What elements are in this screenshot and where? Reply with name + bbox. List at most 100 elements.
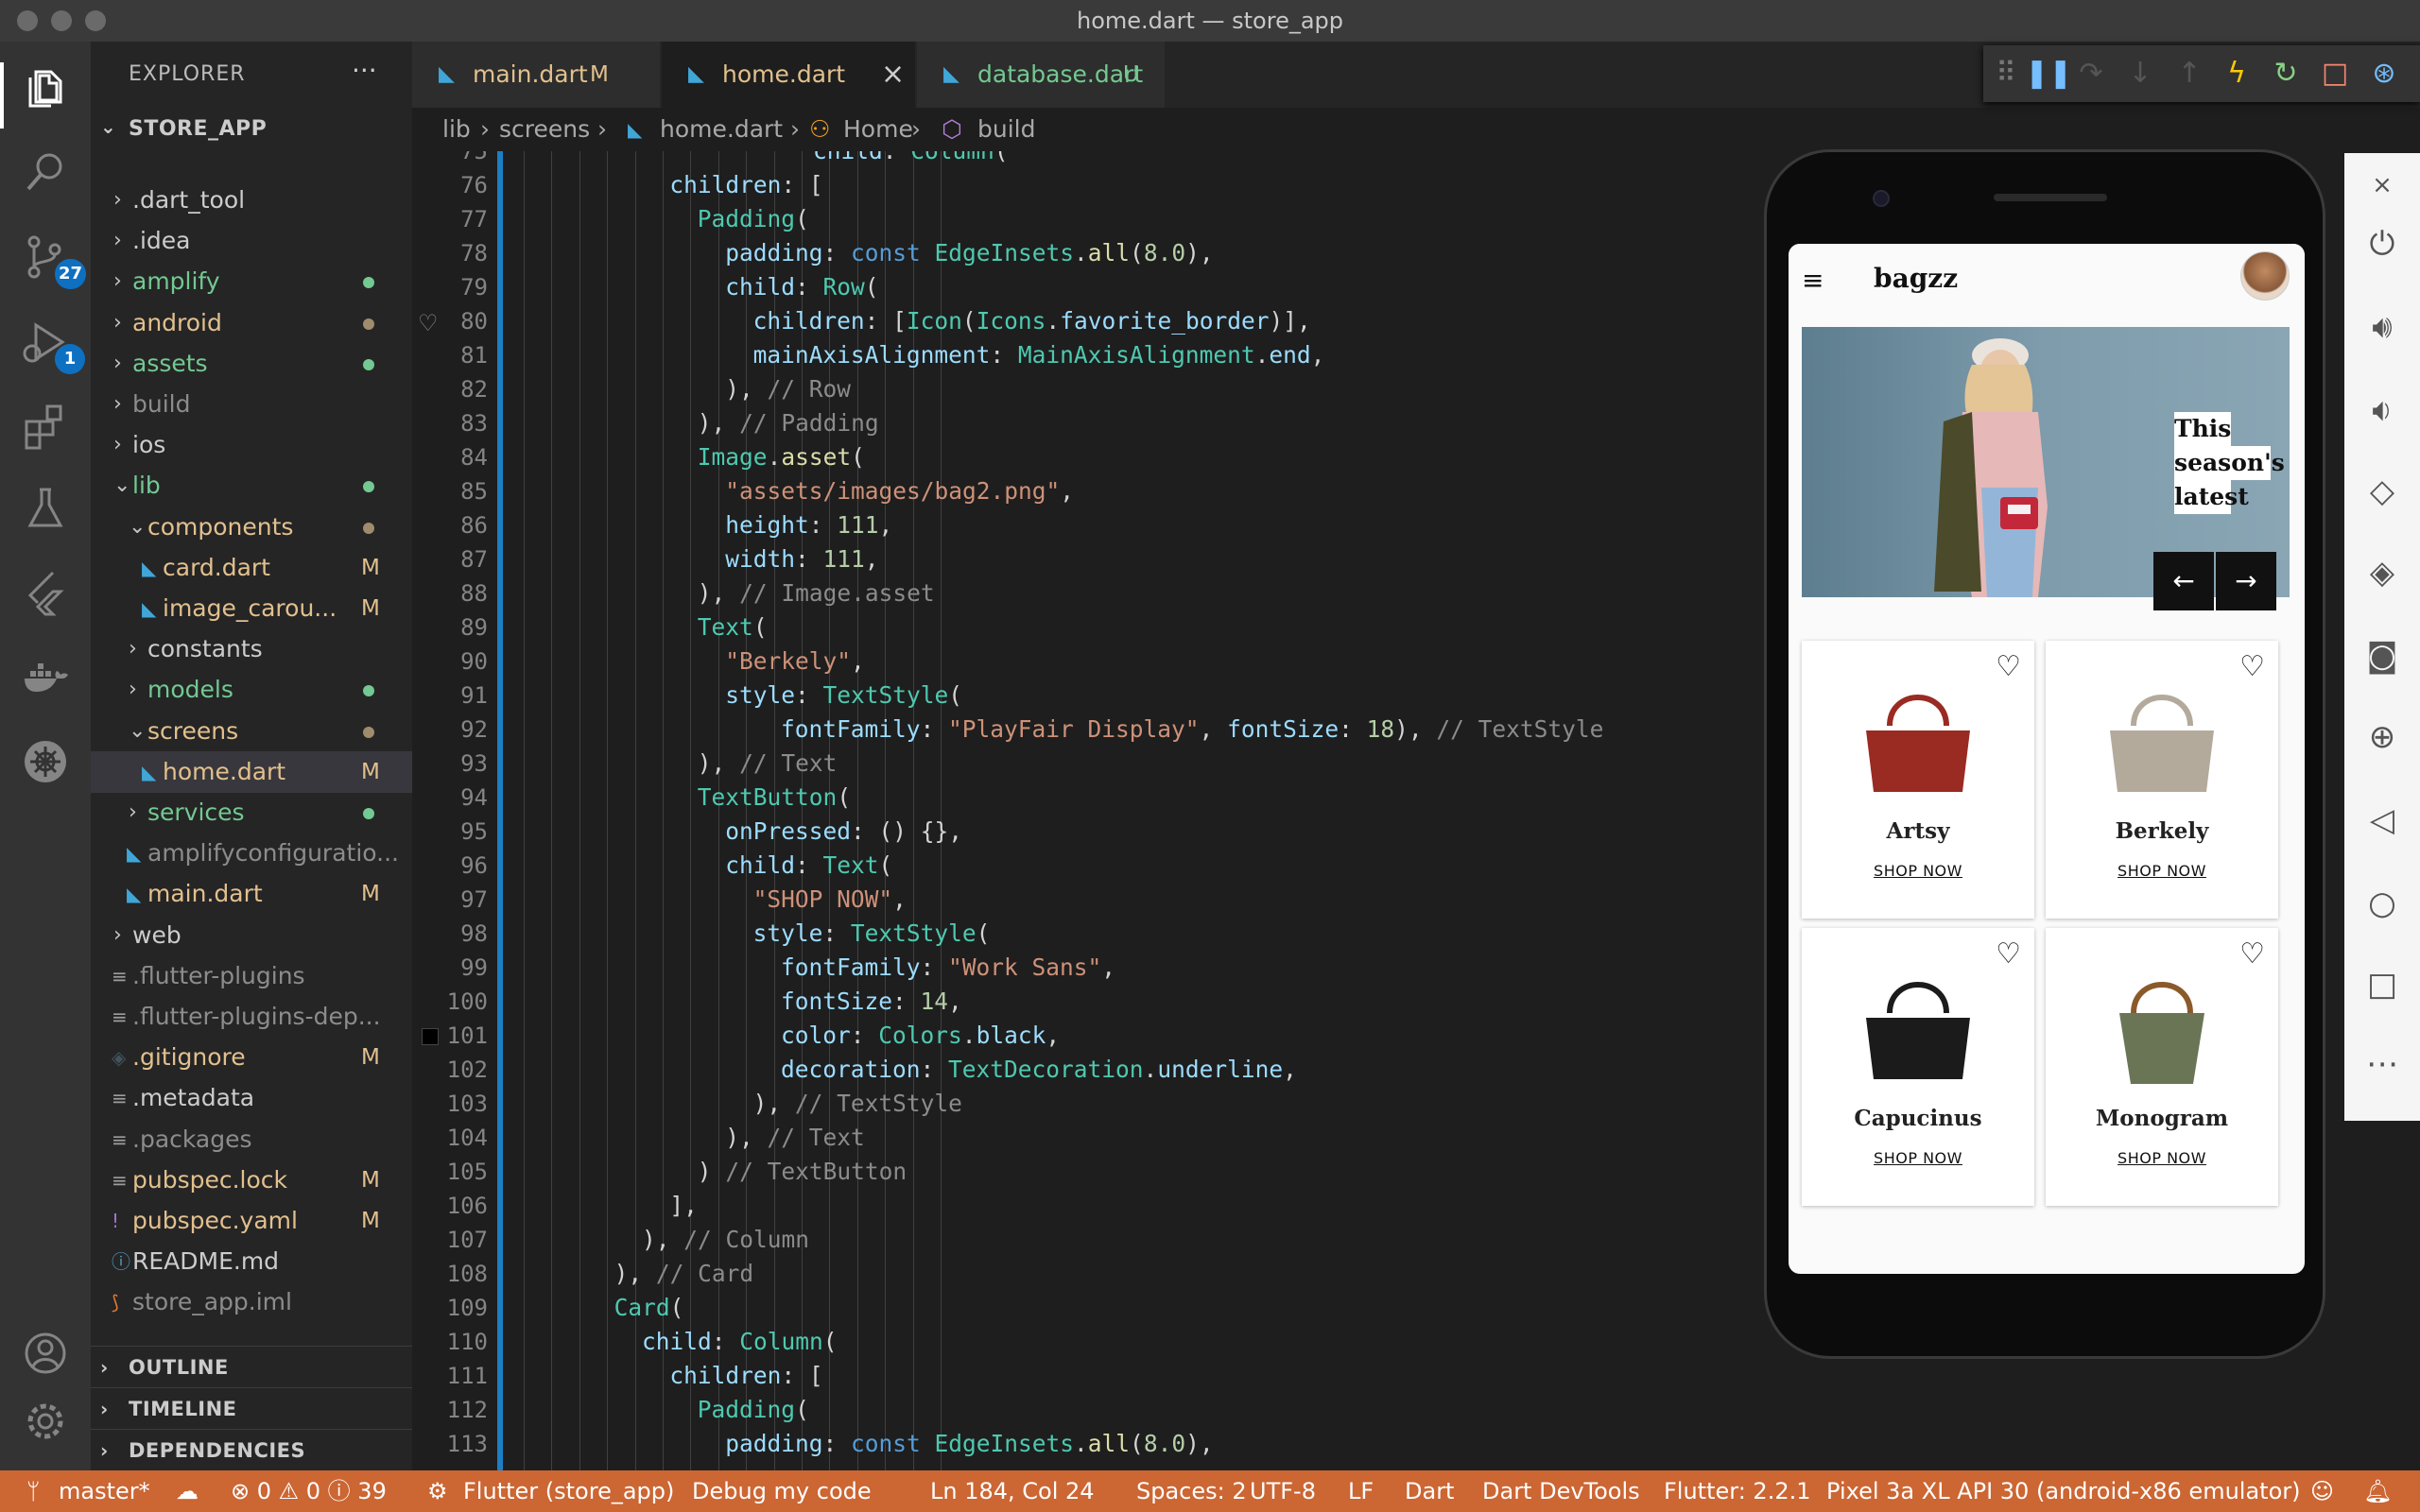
tab-main-dart[interactable]: ◣ main.dart M <box>412 42 660 108</box>
launch-config[interactable]: Flutter (store_app) <box>463 1470 674 1512</box>
step-into-icon[interactable]: ↓ <box>2123 57 2157 91</box>
favorite-heart-icon[interactable]: ♡ <box>2239 937 2265 971</box>
favorite-heart-icon[interactable]: ♡ <box>1996 937 2021 971</box>
flutter-version[interactable]: Flutter: 2.2.1 <box>1664 1470 1811 1512</box>
tab-home-dart[interactable]: ◣ home.dart M × <box>662 42 1121 108</box>
files-icon[interactable] <box>19 62 72 115</box>
tree-item[interactable]: › .dart_tool <box>91 180 412 221</box>
tree-item[interactable]: ≡ .packages <box>91 1119 412 1160</box>
timeline-section[interactable]: › TIMELINE <box>91 1387 412 1430</box>
tree-item[interactable]: › assets <box>91 343 412 385</box>
drag-handle-icon[interactable]: ⠿ <box>1989 57 2023 91</box>
arrow-right-icon[interactable]: → <box>2216 552 2276 610</box>
docker-icon[interactable] <box>19 650 72 703</box>
favorite-heart-icon[interactable]: ♡ <box>2239 650 2265 683</box>
device-selector[interactable]: Pixel 3a XL API 30 (android-x86 emulator… <box>1826 1470 2300 1512</box>
close-icon[interactable]: × <box>2360 163 2405 208</box>
extensions-icon[interactable] <box>19 399 72 452</box>
tree-item[interactable]: ◣ main.dart M <box>91 873 412 915</box>
accounts-icon[interactable] <box>19 1327 72 1380</box>
tree-item[interactable]: ≡ pubspec.lock M <box>91 1160 412 1201</box>
more-options-icon[interactable]: ⋯ <box>2360 1041 2405 1087</box>
language-mode[interactable]: Dart <box>1405 1470 1454 1512</box>
shop-now-button[interactable]: SHOP NOW <box>2046 1149 2278 1167</box>
avatar[interactable] <box>2240 251 2290 301</box>
tree-item[interactable]: › services <box>91 792 412 833</box>
breadcrumb-build[interactable]: build <box>977 108 1035 151</box>
flutter-icon[interactable] <box>19 565 72 618</box>
tree-item[interactable]: › ios <box>91 424 412 466</box>
dependencies-section[interactable]: › DEPENDENCIES <box>91 1429 412 1471</box>
overview-icon[interactable]: □ <box>2360 962 2405 1007</box>
problems-count[interactable]: ⊗ 0 ⚠ 0 ⓘ 39 <box>231 1470 387 1512</box>
arrow-left-icon[interactable]: ← <box>2153 552 2214 610</box>
breadcrumb-screens[interactable]: screens <box>499 108 590 151</box>
tree-item[interactable]: ! pubspec.yaml M <box>91 1200 412 1242</box>
tree-item[interactable]: ⌄ screens <box>91 711 412 752</box>
tree-item[interactable]: › models <box>91 669 412 711</box>
product-card[interactable]: ♡ Capucinus SHOP NOW <box>1802 928 2034 1206</box>
tab-database-dart[interactable]: ◣ database.dart U <box>917 42 1165 108</box>
home-icon[interactable]: ○ <box>2360 881 2405 926</box>
tree-item[interactable]: ⓘ README.md <box>91 1241 412 1282</box>
file-encoding[interactable]: UTF-8 <box>1250 1470 1316 1512</box>
pause-icon[interactable]: ❚❚ <box>2025 57 2072 91</box>
project-root[interactable]: ⌄ STORE_APP <box>91 110 412 147</box>
stop-icon[interactable]: □ <box>2318 57 2352 91</box>
outline-section[interactable]: › OUTLINE <box>91 1346 412 1388</box>
close-tab-icon[interactable]: × <box>881 42 905 108</box>
settings-gear-icon[interactable] <box>19 1395 72 1448</box>
shop-now-button[interactable]: SHOP NOW <box>2046 862 2278 880</box>
run-debug-icon[interactable]: 1 <box>19 316 85 374</box>
rotate-left-icon[interactable]: ◇ <box>2360 469 2405 514</box>
tree-item[interactable]: ≡ .flutter-plugins-dep... <box>91 996 412 1038</box>
debug-mode[interactable]: Debug my code <box>692 1470 872 1512</box>
tree-item[interactable]: ◣ home.dart M <box>91 750 412 793</box>
product-card[interactable]: ♡ Artsy SHOP NOW <box>1802 641 2034 919</box>
tree-item[interactable]: ≡ .metadata <box>91 1077 412 1119</box>
volume-down-icon[interactable]: 🔉︎ <box>2360 387 2405 433</box>
kubernetes-icon[interactable] <box>19 735 72 788</box>
zoom-icon[interactable]: ⊕ <box>2360 714 2405 760</box>
restart-icon[interactable]: ↻ <box>2269 57 2303 91</box>
breadcrumb-home-dart[interactable]: home.dart <box>660 108 783 151</box>
breadcrumb-lib[interactable]: lib <box>442 108 471 151</box>
indent-spaces[interactable]: Spaces: 2 <box>1136 1470 1247 1512</box>
tree-item[interactable]: ⌄ components <box>91 507 412 548</box>
dart-devtools[interactable]: Dart DevTools <box>1482 1470 1640 1512</box>
power-icon[interactable]: ⏻ <box>2360 221 2405 266</box>
breadcrumb-home[interactable]: Home <box>843 108 913 151</box>
sync-icon[interactable]: ☁ <box>176 1470 199 1512</box>
menu-icon[interactable]: ≡ <box>1802 265 1824 296</box>
product-card[interactable]: ♡ Monogram SHOP NOW <box>2046 928 2278 1206</box>
git-branch[interactable]: master* <box>59 1470 150 1512</box>
tree-item[interactable]: › .idea <box>91 220 412 262</box>
back-icon[interactable]: ◁ <box>2360 798 2405 843</box>
hero-carousel[interactable]: This season's latest ← → <box>1802 327 2290 610</box>
hot-reload-icon[interactable]: ϟ <box>2220 57 2254 91</box>
shop-now-button[interactable]: SHOP NOW <box>1802 1149 2034 1167</box>
notifications-bell-icon[interactable]: 🔔︎ <box>2363 1470 2392 1512</box>
source-control-icon[interactable]: 27 <box>19 231 87 289</box>
more-actions-icon[interactable]: ··· <box>352 55 377 86</box>
tree-item[interactable]: ≡ .flutter-plugins <box>91 955 412 997</box>
tree-item[interactable]: ◣ amplifyconfiguratio... <box>91 833 412 874</box>
tree-item[interactable]: › constants <box>91 628 412 670</box>
tree-item[interactable]: ⌄ lib <box>91 465 412 507</box>
product-card[interactable]: ♡ Berkely SHOP NOW <box>2046 641 2278 919</box>
tree-item[interactable]: › build <box>91 384 412 425</box>
tree-item[interactable]: ⟆ store_app.iml <box>91 1281 412 1323</box>
line-ending[interactable]: LF <box>1348 1470 1374 1512</box>
testing-flask-icon[interactable] <box>19 482 72 535</box>
favorite-heart-icon[interactable]: ♡ <box>1996 650 2021 683</box>
shop-now-button[interactable]: SHOP NOW <box>1802 862 2034 880</box>
devtools-search-icon[interactable]: ⊛ <box>2367 57 2401 91</box>
tree-item[interactable]: ◣ card.dart M <box>91 547 412 589</box>
tree-item[interactable]: › amplify <box>91 261 412 302</box>
step-out-icon[interactable]: ↑ <box>2172 57 2206 91</box>
step-over-icon[interactable]: ↷ <box>2074 57 2108 91</box>
feedback-icon[interactable]: ☺ <box>2310 1470 2334 1512</box>
camera-icon[interactable]: ◙ <box>2360 633 2405 679</box>
cursor-position[interactable]: Ln 184, Col 24 <box>930 1470 1095 1512</box>
tree-item[interactable]: ◈ .gitignore M <box>91 1037 412 1078</box>
